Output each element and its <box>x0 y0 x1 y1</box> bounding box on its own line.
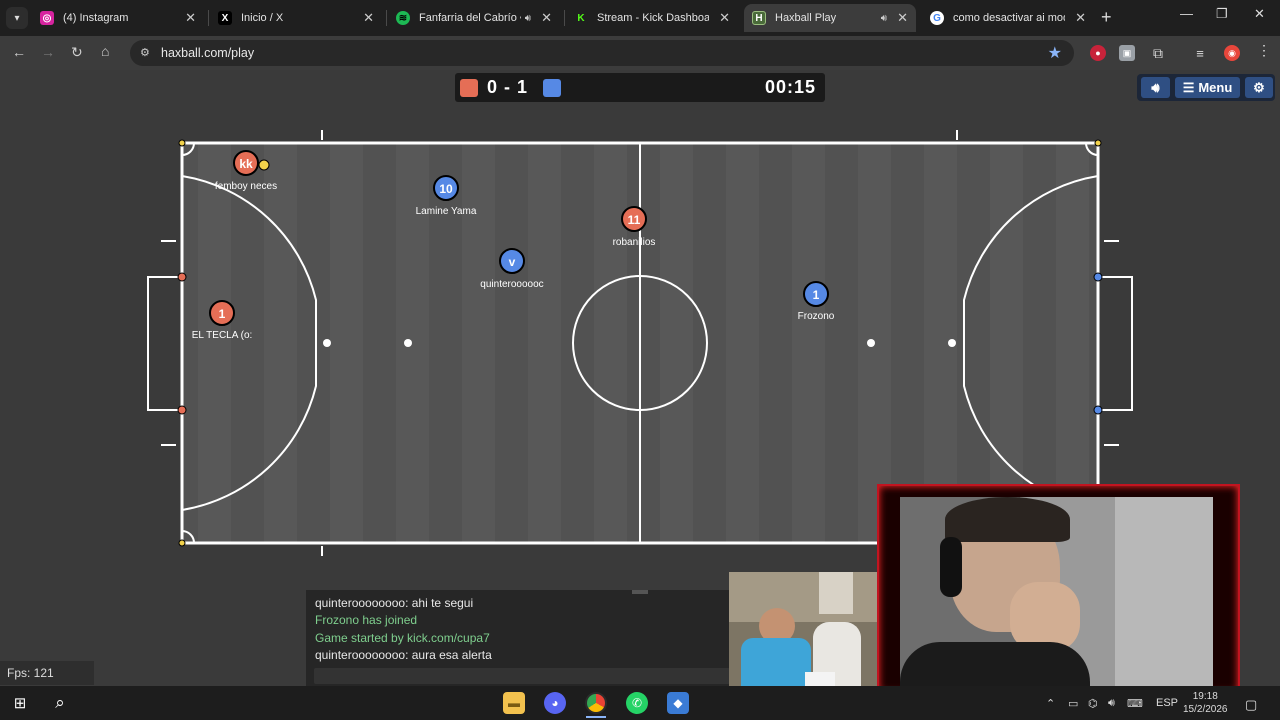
gear-icon: ⚙︎ <box>1253 79 1265 95</box>
penalty-spot <box>948 339 956 347</box>
chat-message: quinteroooooooo: aura esa alerta <box>315 648 492 662</box>
whatsapp-icon[interactable]: ✆ <box>626 692 648 714</box>
corner-post <box>178 539 186 547</box>
player-avatar: 1 <box>813 288 820 302</box>
fps-counter: Fps: 121 <box>0 661 94 685</box>
clock-time: 19:18 <box>1192 691 1218 702</box>
wifi-icon[interactable]: ⌬ <box>1088 697 1098 710</box>
game-timer: 00:15 <box>765 77 817 97</box>
windows-start-icon[interactable]: ⊞ <box>9 692 31 714</box>
keyboard-icon[interactable]: ⌨ <box>1127 697 1143 710</box>
player-avatar: kk <box>239 157 253 171</box>
language-indicator[interactable]: ESP <box>1156 697 1178 709</box>
chrome-icon[interactable] <box>585 692 607 714</box>
chrome-active-indicator <box>586 716 606 718</box>
player-avatar: 11 <box>628 213 641 227</box>
chat-system-message: Frozono has joined <box>315 613 418 627</box>
network-icon[interactable]: ▭ <box>1068 697 1078 710</box>
file-explorer-icon[interactable]: ▬ <box>503 692 525 714</box>
blue-goal-post <box>1093 272 1103 282</box>
chat-input[interactable] <box>314 668 730 684</box>
discord-icon[interactable]: ◕ <box>544 692 566 714</box>
sound-button[interactable]: 🔊︎ <box>1141 77 1170 98</box>
notification-icon[interactable]: ▢ <box>1245 697 1257 713</box>
red-goal-post <box>177 272 187 282</box>
left-goal <box>147 276 182 411</box>
penalty-spot <box>323 339 331 347</box>
player-name: Frozono <box>798 311 835 322</box>
hamburger-icon: ☰ <box>1182 79 1195 95</box>
player-avatar: 10 <box>439 182 453 196</box>
player-name: robanilios <box>613 237 656 248</box>
right-goal <box>1098 276 1133 411</box>
penalty-spot <box>867 339 875 347</box>
blue-team-indicator <box>543 79 561 97</box>
blue-goal-post <box>1093 405 1103 415</box>
speaker-icon: 🔊︎ <box>1151 79 1160 95</box>
ball <box>258 159 270 171</box>
chat-system-message: Game started by kick.com/cupa7 <box>315 631 490 645</box>
webcam-feed <box>900 497 1213 687</box>
corner-post <box>1094 139 1102 147</box>
chevron-up-icon[interactable]: ⌃ <box>1046 697 1055 710</box>
chat-message: quinteroooooooo: ahi te segui <box>315 596 474 610</box>
red-team-indicator <box>460 79 478 97</box>
penalty-spot <box>404 339 412 347</box>
player-name: Lamine Yama <box>416 206 477 217</box>
clock-date: 15/2/2026 <box>1183 704 1228 715</box>
player-name: femboy neces <box>215 181 277 192</box>
chat-resize-handle[interactable] <box>632 590 648 594</box>
settings-button[interactable]: ⚙︎ <box>1245 77 1273 98</box>
app-icon[interactable]: ◆ <box>667 692 689 714</box>
system-clock[interactable]: 19:18 15/2/2026 <box>1183 690 1228 716</box>
menu-button[interactable]: ☰ Menu <box>1175 77 1240 98</box>
red-goal-post <box>177 405 187 415</box>
search-icon[interactable]: ⌕ <box>49 692 71 714</box>
menu-button-label: Menu <box>1198 80 1233 95</box>
player-name: EL TECLA (o: <box>192 330 253 341</box>
score-text: 0 - 1 <box>487 77 529 97</box>
volume-icon[interactable]: 🔊︎ <box>1108 697 1115 710</box>
player-avatar: v <box>509 255 516 269</box>
corner-post <box>178 139 186 147</box>
player-name: quinteroooooc <box>480 279 543 290</box>
player-avatar: 1 <box>219 307 226 321</box>
